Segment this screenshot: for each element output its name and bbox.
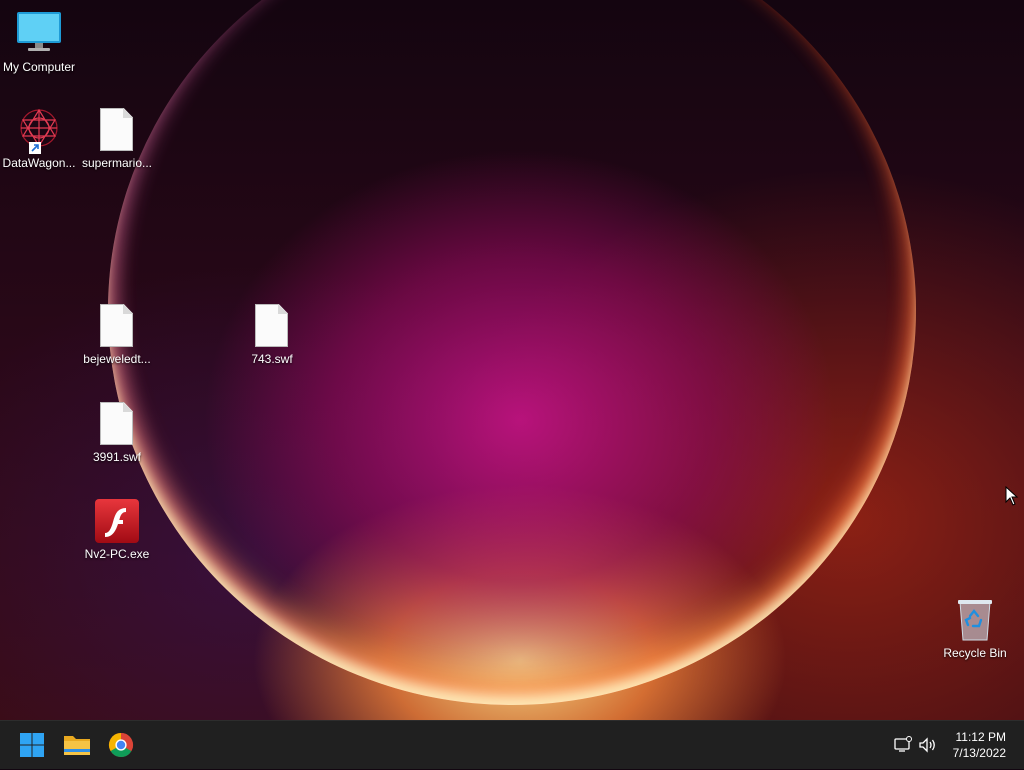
file-explorer-icon xyxy=(64,736,90,755)
desktop-icon-label: supermario... xyxy=(81,156,153,170)
desktop-icon-3991-swf[interactable]: 3991.swf xyxy=(77,400,157,464)
desktop-icon-bejeweled[interactable]: bejeweledt... xyxy=(77,302,157,366)
windows-start-icon xyxy=(20,733,44,757)
network-icon[interactable] xyxy=(893,735,913,755)
desktop-icon-label: DataWagon... xyxy=(2,156,76,170)
flash-icon xyxy=(93,497,141,545)
file-icon xyxy=(248,302,296,350)
desktop-icon-datawagon[interactable]: DataWagon... xyxy=(0,106,79,170)
desktop-icon-label: 743.swf xyxy=(251,352,293,366)
desktop-icon-label: Recycle Bin xyxy=(943,646,1007,660)
datawagon-shortcut-icon xyxy=(15,106,63,154)
chrome-icon xyxy=(108,733,134,758)
file-icon xyxy=(93,400,141,448)
wallpaper-orb xyxy=(108,0,916,705)
desktop-icon-743-swf[interactable]: 743.swf xyxy=(232,302,312,366)
system-clock[interactable]: 11:12 PM 7/13/2022 xyxy=(953,729,1006,761)
mouse-cursor-icon xyxy=(1005,486,1019,506)
start-button[interactable] xyxy=(12,725,52,765)
file-explorer-button[interactable] xyxy=(57,725,97,765)
desktop-wallpaper: My Computer DataWagon... supermario... b… xyxy=(0,0,1024,720)
recycle-bin-icon xyxy=(951,596,999,644)
taskbar: 11:12 PM 7/13/2022 xyxy=(0,720,1024,769)
desktop-icon-label: bejeweledt... xyxy=(83,352,151,366)
desktop-icon-supermario[interactable]: supermario... xyxy=(77,106,157,170)
clock-time: 11:12 PM xyxy=(955,730,1006,744)
chrome-button[interactable] xyxy=(101,725,141,765)
desktop-icon-nv2-pc-exe[interactable]: Nv2-PC.exe xyxy=(77,497,157,561)
file-icon xyxy=(93,106,141,154)
desktop-icon-label: Nv2-PC.exe xyxy=(84,547,150,561)
desktop-icon-label: 3991.swf xyxy=(92,450,142,464)
desktop-icon-my-computer[interactable]: My Computer xyxy=(0,10,79,74)
desktop-icon-recycle-bin[interactable]: Recycle Bin xyxy=(935,596,1015,660)
file-icon xyxy=(93,302,141,350)
volume-icon[interactable] xyxy=(918,735,938,755)
monitor-icon xyxy=(15,10,63,58)
clock-date: 7/13/2022 xyxy=(952,746,1006,760)
desktop-icon-label: My Computer xyxy=(2,60,76,74)
